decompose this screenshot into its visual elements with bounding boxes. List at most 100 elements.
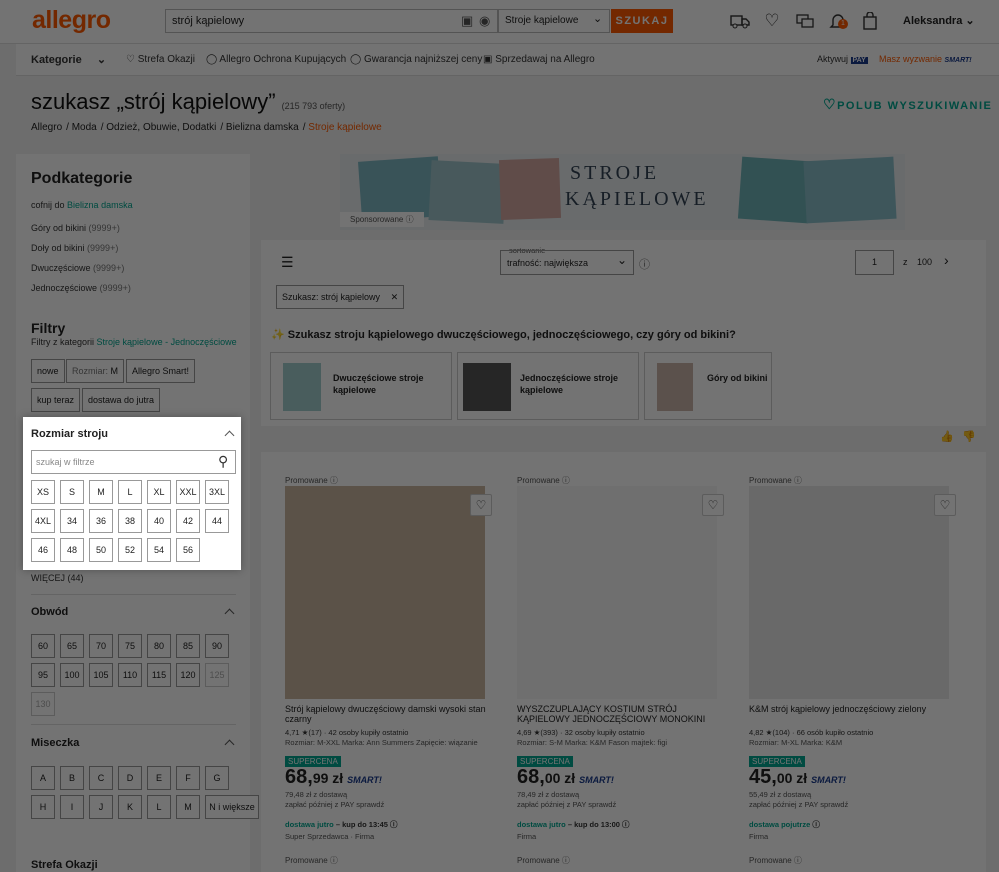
cup-option[interactable]: M: [176, 795, 200, 819]
cup-option[interactable]: N i większe: [205, 795, 259, 819]
product-title[interactable]: WYSZCZUPLAJĄCY KOSTIUM STRÓJ KĄPIELOWY J…: [517, 704, 732, 724]
cup-option[interactable]: G: [205, 766, 229, 790]
chat-icon[interactable]: [794, 10, 816, 32]
filter-chip[interactable]: nowe: [31, 359, 65, 383]
nav-ochrona[interactable]: ◯ Allegro Ochrona Kupujących: [206, 54, 346, 65]
filter-chip[interactable]: Rozmiar: M: [66, 359, 125, 383]
pay-later[interactable]: zapłać później z PAY sprawdź: [749, 800, 848, 809]
chevron-up-icon[interactable]: [224, 739, 235, 750]
cup-option[interactable]: I: [60, 795, 84, 819]
activate-pay[interactable]: Aktywuj PAY: [817, 54, 868, 64]
filter-chip[interactable]: dostawa do jutra: [82, 388, 161, 412]
circumference-option[interactable]: 60: [31, 634, 55, 658]
filters-from-link[interactable]: Stroje kąpielowe - Jednoczęściowe: [97, 337, 237, 347]
heart-icon[interactable]: ♡: [761, 10, 783, 32]
search-icon[interactable]: ⚲: [218, 453, 228, 470]
circumference-option[interactable]: 80: [147, 634, 171, 658]
breadcrumb-item[interactable]: Bielizna damska: [226, 122, 299, 133]
size-option[interactable]: 36: [89, 509, 113, 533]
cup-option[interactable]: A: [31, 766, 55, 790]
size-option[interactable]: 42: [176, 509, 200, 533]
size-option[interactable]: 3XL: [205, 480, 229, 504]
breadcrumb-item[interactable]: Moda: [72, 122, 97, 133]
circumference-option[interactable]: 125: [205, 663, 229, 687]
circumference-option[interactable]: 70: [89, 634, 113, 658]
thumbs-down-icon[interactable]: 👎: [962, 430, 976, 443]
cup-option[interactable]: L: [147, 795, 171, 819]
size-option[interactable]: 34: [60, 509, 84, 533]
circumference-option[interactable]: 90: [205, 634, 229, 658]
size-option[interactable]: 52: [118, 538, 142, 562]
subcat-item[interactable]: Jednoczęściowe (9999+): [31, 283, 131, 293]
size-option[interactable]: 48: [60, 538, 84, 562]
cup-option[interactable]: E: [147, 766, 171, 790]
close-icon[interactable]: ✕: [391, 292, 399, 302]
suggestion-card[interactable]: Dwuczęściowe stroje kąpielowe: [270, 352, 452, 420]
delivery-truck-icon[interactable]: [729, 10, 751, 32]
circumference-option[interactable]: 75: [118, 634, 142, 658]
favorite-button[interactable]: ♡: [470, 494, 492, 516]
size-option[interactable]: 38: [118, 509, 142, 533]
next-section-title[interactable]: Strefa Okazji: [31, 859, 98, 871]
circumference-option[interactable]: 85: [176, 634, 200, 658]
circumference-option[interactable]: 120: [176, 663, 200, 687]
size-option[interactable]: 46: [31, 538, 55, 562]
page-input[interactable]: 1: [855, 250, 894, 275]
more-sizes-link[interactable]: WIĘCEJ (44): [31, 573, 84, 583]
filter-chip[interactable]: kup teraz: [31, 388, 81, 412]
size-option[interactable]: 50: [89, 538, 113, 562]
user-menu[interactable]: Aleksandra ⌄: [903, 14, 975, 27]
size-option[interactable]: S: [60, 480, 84, 504]
thumbs-up-icon[interactable]: 👍: [940, 430, 954, 443]
nav-sprzedawaj[interactable]: ▣ Sprzedawaj na Allegro: [483, 54, 595, 65]
nav-strefa-okazji[interactable]: ♡ Strefa Okazji: [126, 54, 195, 65]
size-option[interactable]: 54: [147, 538, 171, 562]
size-filter-title[interactable]: Rozmiar stroju: [31, 428, 108, 440]
cup-option[interactable]: K: [118, 795, 142, 819]
shopping-bag-icon[interactable]: [859, 10, 881, 32]
size-option[interactable]: 44: [205, 509, 229, 533]
cup-option[interactable]: J: [89, 795, 113, 819]
favorite-button[interactable]: ♡: [934, 494, 956, 516]
chevron-up-icon[interactable]: [224, 608, 235, 619]
size-option[interactable]: XXL: [176, 480, 200, 504]
product-title[interactable]: Strój kąpielowy dwuczęściowy damski wyso…: [285, 704, 500, 724]
suggestion-card[interactable]: Góry od bikini: [644, 352, 772, 420]
category-select[interactable]: Stroje kąpielowe ⌄: [498, 9, 610, 33]
pay-later[interactable]: zapłać później z PAY sprawdź: [285, 800, 384, 809]
circumference-option[interactable]: 105: [89, 663, 113, 687]
active-filter-tag[interactable]: Szukasz: strój kąpielowy ✕: [276, 285, 405, 309]
sort-select[interactable]: trafność: największa ⌄: [500, 250, 634, 275]
size-option[interactable]: 40: [147, 509, 171, 533]
circumference-option[interactable]: 115: [147, 663, 171, 687]
size-option[interactable]: XL: [147, 480, 171, 504]
size-option[interactable]: 4XL: [31, 509, 55, 533]
circumference-option[interactable]: 130: [31, 692, 55, 716]
like-search-button[interactable]: ♡POLUB WYSZUKIWANIE: [823, 96, 992, 113]
size-option[interactable]: 56: [176, 538, 200, 562]
chevron-up-icon[interactable]: [224, 430, 235, 441]
favorite-button[interactable]: ♡: [702, 494, 724, 516]
chevron-right-icon[interactable]: ›: [944, 252, 949, 268]
size-option[interactable]: L: [118, 480, 142, 504]
product-image[interactable]: [749, 486, 949, 699]
smart-challenge[interactable]: Masz wyzwanie SMART!: [879, 54, 972, 64]
product-image[interactable]: [285, 486, 485, 699]
circumference-option[interactable]: 100: [60, 663, 84, 687]
back-link[interactable]: Bielizna damska: [67, 200, 133, 210]
circumference-option[interactable]: 95: [31, 663, 55, 687]
subcat-item[interactable]: Doły od bikini (9999+): [31, 243, 118, 253]
breadcrumb-item[interactable]: Allegro: [31, 122, 62, 133]
photo-search-icon[interactable]: ▣: [461, 13, 473, 29]
info-icon[interactable]: ⓘ: [639, 256, 650, 272]
cup-option[interactable]: B: [60, 766, 84, 790]
cup-title[interactable]: Miseczka: [31, 737, 79, 749]
list-view-icon[interactable]: ☰: [281, 254, 294, 271]
suggestion-card[interactable]: Jednoczęściowe stroje kąpielowe: [457, 352, 639, 420]
search-input[interactable]: strój kąpielowy ▣ ◉: [165, 9, 498, 33]
sponsored-banner[interactable]: Stroje Kąpielowe Sponsorowane ⓘ: [340, 154, 905, 230]
product-title[interactable]: K&M strój kąpielowy jednoczęściowy zielo…: [749, 704, 964, 714]
breadcrumb-item[interactable]: Odzież, Obuwie, Dodatki: [106, 122, 216, 133]
categories-menu[interactable]: Kategorie ⌄: [31, 53, 106, 66]
circumference-option[interactable]: 110: [118, 663, 142, 687]
